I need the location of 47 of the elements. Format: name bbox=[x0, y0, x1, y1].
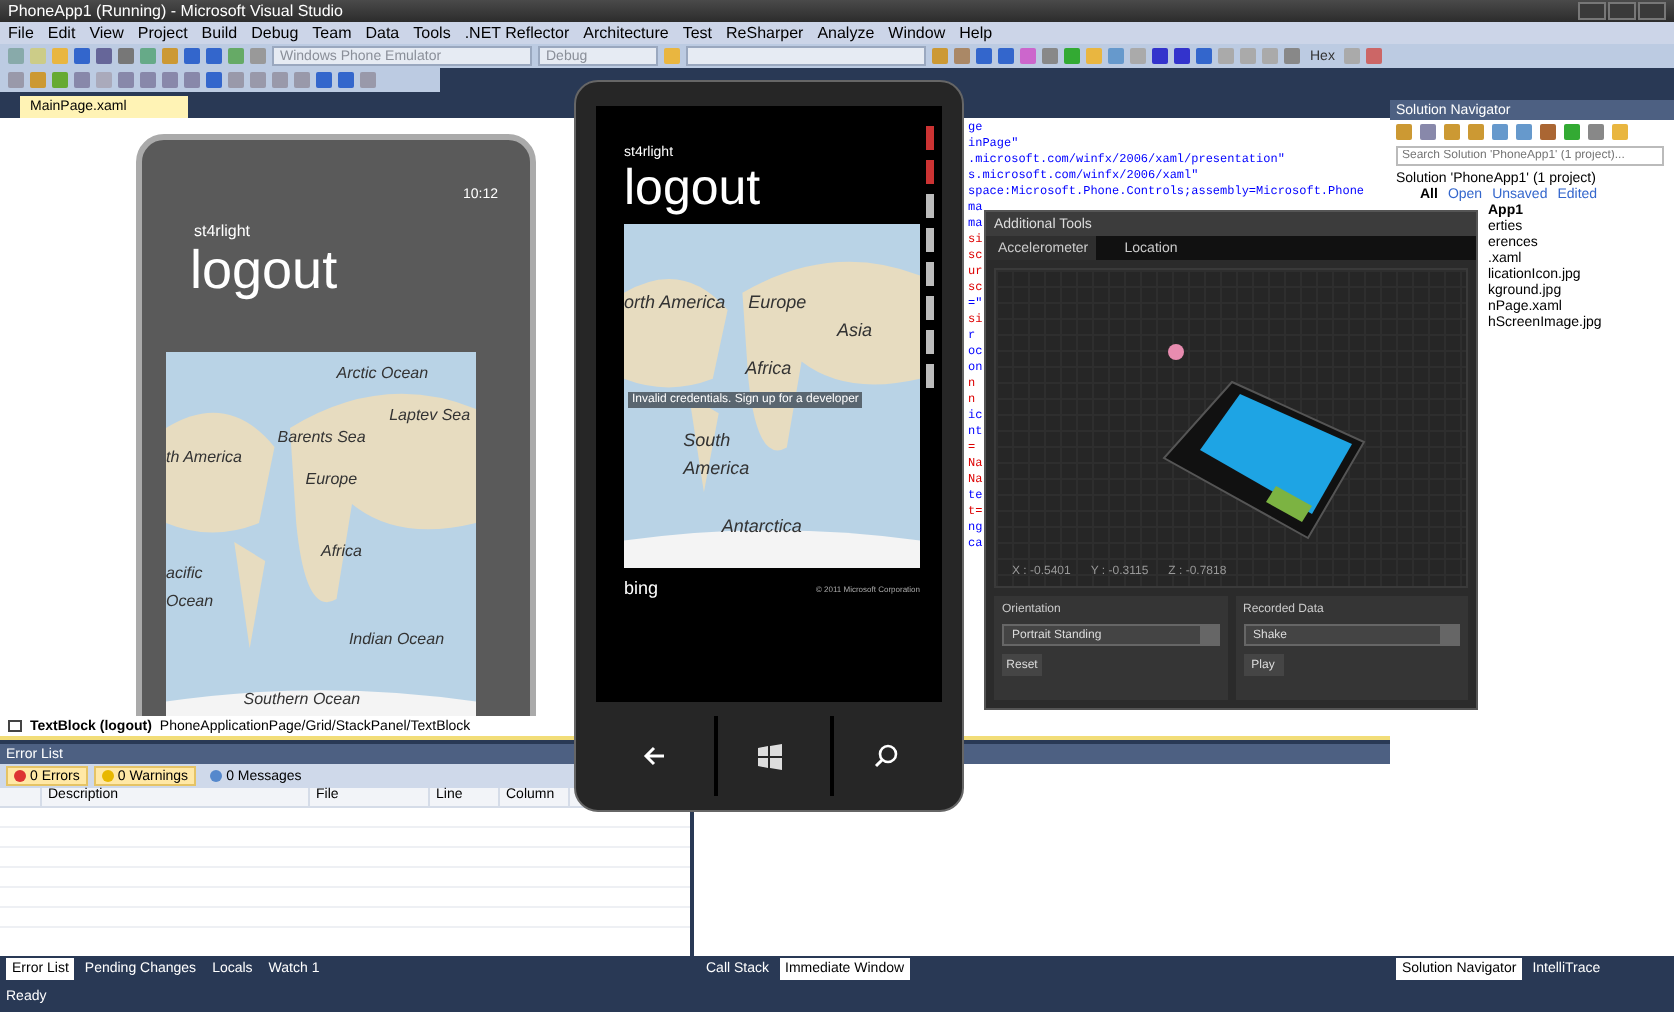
toolbar-icon[interactable] bbox=[664, 48, 680, 64]
find-field[interactable] bbox=[686, 46, 926, 66]
menu-item[interactable]: Analyze bbox=[817, 24, 875, 42]
page-title: logout bbox=[624, 160, 763, 216]
map-label: th America bbox=[166, 447, 242, 465]
menu-item[interactable]: Debug bbox=[251, 24, 299, 42]
map-label: Ocean bbox=[166, 591, 214, 610]
map-label: Southern Ocean bbox=[243, 690, 361, 709]
menu-item[interactable]: Architecture bbox=[583, 24, 669, 42]
minimize-button[interactable] bbox=[1578, 2, 1606, 20]
map-label: Asia bbox=[837, 320, 873, 341]
window-title: PhoneApp1 (Running) - Microsoft Visual Studio bbox=[8, 2, 345, 20]
menu-item[interactable]: Data bbox=[365, 24, 400, 42]
map-label: Antarctica bbox=[721, 516, 802, 537]
map-label: Indian Ocean bbox=[348, 629, 445, 648]
map-label: Europe bbox=[748, 292, 807, 313]
map-label: America bbox=[683, 457, 750, 478]
map-label: acific bbox=[166, 564, 203, 583]
menu-item[interactable]: .NET Reflector bbox=[464, 24, 570, 42]
page-title: logout bbox=[190, 240, 340, 300]
map-label: Africa bbox=[745, 358, 792, 379]
map-label: Europe bbox=[305, 469, 358, 488]
menu-item[interactable]: Help bbox=[959, 24, 993, 42]
back-arrow-icon bbox=[641, 746, 666, 766]
map-label: Arctic Ocean bbox=[336, 363, 429, 382]
menu-item[interactable]: View bbox=[89, 24, 124, 42]
element-icon bbox=[8, 720, 22, 732]
menu-item[interactable]: Edit bbox=[47, 24, 76, 42]
maximize-button[interactable] bbox=[1608, 2, 1636, 20]
windows-logo-icon bbox=[756, 743, 785, 769]
menu-item[interactable]: Build bbox=[201, 24, 238, 42]
map-label: Africa bbox=[321, 542, 362, 560]
menu-item[interactable]: ReSharper bbox=[726, 24, 804, 42]
menu-item[interactable]: Tools bbox=[413, 24, 451, 42]
menu-item[interactable]: Team bbox=[312, 24, 352, 42]
map-label: Barents Sea bbox=[277, 428, 366, 446]
menu-item[interactable]: Window bbox=[888, 24, 946, 42]
menu-item[interactable]: File bbox=[8, 24, 34, 42]
app-title: st4rlight bbox=[194, 222, 253, 240]
menu-item[interactable]: Project bbox=[137, 24, 188, 42]
map-label: Laptev Sea bbox=[389, 405, 471, 424]
close-button[interactable] bbox=[1638, 2, 1666, 20]
bing-logo: bing bbox=[624, 578, 659, 598]
search-icon bbox=[874, 744, 899, 768]
map-label: orth America bbox=[624, 292, 726, 313]
map-label: South bbox=[683, 430, 731, 451]
menu-item[interactable]: Test bbox=[682, 24, 712, 42]
